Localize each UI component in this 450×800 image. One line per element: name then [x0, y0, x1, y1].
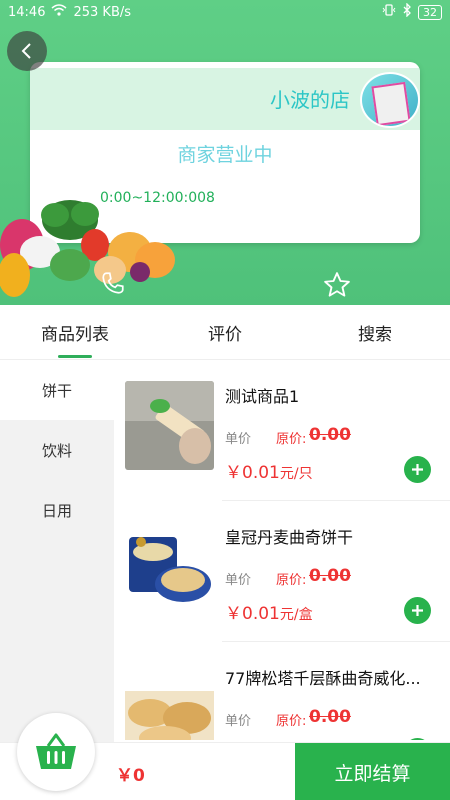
avatar-image [371, 81, 411, 126]
vibrate-icon [382, 3, 396, 21]
category-drinks[interactable]: 饮料 [0, 420, 114, 480]
tab-search[interactable]: 搜索 [300, 305, 450, 359]
product-title: 皇冠丹麦曲奇饼干 [225, 528, 354, 547]
product-image [125, 522, 214, 611]
battery-level: 32 [418, 4, 442, 20]
shop-header: 小波的店 商家营业中 0:00~12:00:008 [0, 0, 450, 305]
product-image [125, 663, 214, 740]
category-daily[interactable]: 日用 [0, 480, 114, 540]
checkout-button[interactable]: 立即结算 [295, 743, 450, 800]
status-bar: 14:46 253 KB/s 32 [0, 0, 450, 24]
original-price-label: 原价: [276, 432, 307, 447]
network-speed: 253 KB/s [73, 4, 132, 20]
product-price: ￥0.01元/盒 [225, 604, 313, 624]
tab-reviews[interactable]: 评价 [150, 305, 300, 359]
chevron-left-icon [21, 43, 31, 59]
status-time: 14:46 [8, 4, 46, 20]
product-image [125, 381, 214, 470]
back-button[interactable] [7, 31, 47, 71]
cart-button[interactable] [17, 713, 95, 791]
add-to-cart-button[interactable] [404, 597, 431, 624]
bluetooth-icon [402, 2, 412, 21]
cart-bar: ￥0 立即结算 [0, 713, 450, 800]
cart-total: ￥0 [116, 766, 145, 786]
shop-name: 小波的店 [270, 88, 350, 112]
tab-bar: 商品列表 评价 搜索 [0, 305, 450, 360]
original-price-label: 原价: [276, 573, 307, 588]
shop-status: 商家营业中 [177, 144, 273, 166]
original-price-label: 原价: [276, 714, 307, 729]
vegetables-illustration [0, 200, 175, 297]
unit-price-label: 单价 [225, 432, 252, 447]
add-to-cart-button[interactable] [404, 738, 431, 740]
product-title: 测试商品1 [225, 387, 300, 406]
product-item[interactable]: 测试商品1 单价 原价: 0.00 ￥0.01元/只 [114, 360, 450, 501]
product-list: 测试商品1 单价 原价: 0.00 ￥0.01元/只 皇冠丹麦曲奇饼干 单价 原… [114, 360, 450, 740]
phone-icon[interactable] [100, 270, 126, 296]
shop-avatar[interactable] [360, 72, 420, 128]
product-item[interactable]: 77牌松塔千层酥曲奇威化... 单价 原价: 0.00 [114, 642, 450, 740]
unit-price-label: 单价 [225, 714, 252, 729]
unit-price-label: 单价 [225, 573, 252, 588]
tab-products[interactable]: 商品列表 [0, 305, 150, 359]
plus-icon [412, 464, 423, 475]
original-price: 0.00 [309, 425, 351, 445]
product-title: 77牌松塔千层酥曲奇威化... [225, 669, 421, 688]
product-item[interactable]: 皇冠丹麦曲奇饼干 单价 原价: 0.00 ￥0.01元/盒 [114, 501, 450, 642]
product-price: ￥0.01元/只 [225, 463, 313, 483]
add-to-cart-button[interactable] [404, 456, 431, 483]
original-price: 0.00 [309, 566, 351, 586]
plus-icon [412, 605, 423, 616]
basket-icon [36, 733, 76, 769]
original-price: 0.00 [309, 707, 351, 727]
wifi-icon [51, 4, 67, 20]
category-biscuits[interactable]: 饼干 [0, 360, 114, 420]
favorite-star-icon[interactable] [322, 270, 352, 300]
